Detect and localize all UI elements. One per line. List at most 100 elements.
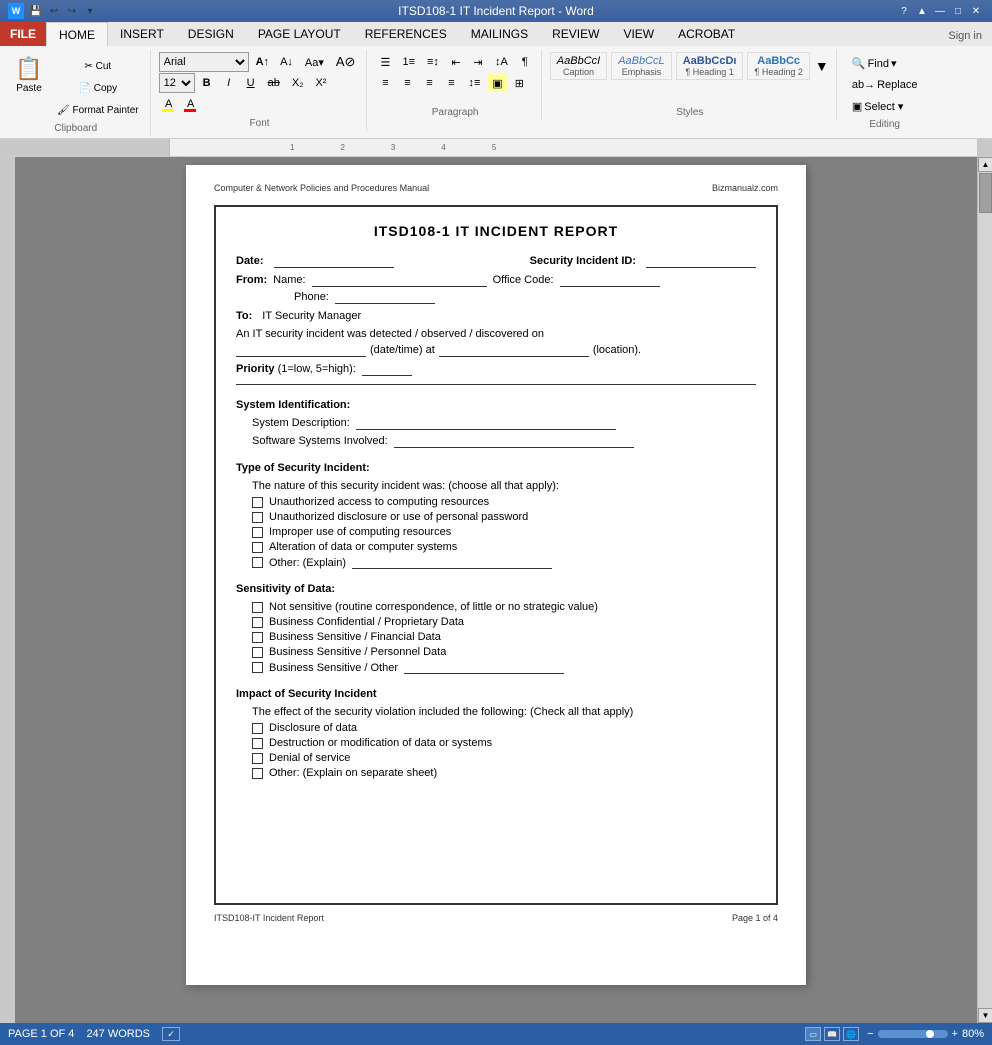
sys-desc-field[interactable] bbox=[356, 417, 616, 430]
checkbox-icon-5[interactable] bbox=[252, 557, 263, 568]
style-caption-button[interactable]: AaBbCcI Caption bbox=[550, 52, 607, 80]
show-formatting-button[interactable]: ¶ bbox=[515, 52, 535, 72]
sort-button[interactable]: ↕A bbox=[490, 52, 513, 72]
checkbox-icon-4[interactable] bbox=[252, 542, 263, 553]
paste-button[interactable]: 📋 Paste bbox=[8, 52, 50, 97]
shrink-font-button[interactable]: A↓ bbox=[275, 52, 298, 72]
tab-page-layout[interactable]: PAGE LAYOUT bbox=[246, 22, 353, 46]
type-other-field[interactable] bbox=[352, 556, 552, 569]
redo-icon[interactable]: ↪ bbox=[64, 3, 80, 19]
decrease-indent-button[interactable]: ⇤ bbox=[446, 52, 466, 72]
align-left-button[interactable]: ≡ bbox=[375, 73, 395, 93]
impact-checkbox-icon-4[interactable] bbox=[252, 768, 263, 779]
phone-field[interactable] bbox=[335, 291, 435, 304]
tab-file[interactable]: FILE bbox=[0, 22, 46, 46]
scroll-up-button[interactable]: ▲ bbox=[978, 157, 992, 172]
select-button[interactable]: ▣ Select ▾ bbox=[845, 97, 925, 116]
style-heading1-button[interactable]: AaBbCcDı ¶ Heading 1 bbox=[676, 52, 744, 80]
scroll-down-button[interactable]: ▼ bbox=[978, 1008, 992, 1023]
save-icon[interactable]: 💾 bbox=[28, 3, 44, 19]
underline-button[interactable]: U bbox=[241, 73, 261, 93]
shading-button[interactable]: ▣ bbox=[487, 74, 507, 92]
numbering-button[interactable]: 1≡ bbox=[397, 52, 420, 72]
software-field[interactable] bbox=[394, 435, 634, 448]
zoom-out-button[interactable]: − bbox=[867, 1028, 873, 1040]
tab-references[interactable]: REFERENCES bbox=[353, 22, 459, 46]
sens-other-field[interactable] bbox=[404, 661, 564, 674]
scroll-thumb[interactable] bbox=[979, 173, 992, 213]
maximize-button[interactable]: □ bbox=[950, 4, 966, 18]
security-id-field[interactable] bbox=[646, 255, 756, 268]
justify-button[interactable]: ≡ bbox=[441, 73, 461, 93]
web-layout-button[interactable]: 🌐 bbox=[843, 1027, 859, 1041]
superscript-button[interactable]: X² bbox=[310, 73, 331, 93]
copy-button[interactable]: 📄 Copy bbox=[52, 78, 144, 98]
checkbox-icon-1[interactable] bbox=[252, 497, 263, 508]
change-case-button[interactable]: Aa▾ bbox=[300, 52, 329, 72]
multilevel-button[interactable]: ≡↕ bbox=[422, 52, 444, 72]
name-field[interactable] bbox=[312, 274, 487, 287]
checkbox-icon-2[interactable] bbox=[252, 512, 263, 523]
find-button[interactable]: 🔍 Find ▾ bbox=[845, 54, 925, 73]
scroll-area[interactable]: Computer & Network Policies and Procedur… bbox=[15, 157, 977, 1023]
font-color-button[interactable]: A bbox=[181, 94, 201, 114]
customize-icon[interactable]: ▾ bbox=[82, 3, 98, 19]
font-size-selector[interactable]: 12 bbox=[159, 73, 195, 93]
help-button[interactable]: ? bbox=[896, 4, 912, 18]
date-field[interactable] bbox=[274, 255, 394, 268]
read-mode-button[interactable]: 📖 bbox=[824, 1027, 840, 1041]
tab-view[interactable]: VIEW bbox=[611, 22, 666, 46]
impact-checkbox-icon-3[interactable] bbox=[252, 753, 263, 764]
replace-button[interactable]: ab→ Replace bbox=[845, 76, 925, 94]
tab-design[interactable]: DESIGN bbox=[176, 22, 246, 46]
zoom-in-button[interactable]: + bbox=[952, 1028, 958, 1040]
tab-mailings[interactable]: MAILINGS bbox=[459, 22, 540, 46]
italic-button[interactable]: I bbox=[219, 73, 239, 93]
bullets-button[interactable]: ☰ bbox=[375, 52, 395, 72]
format-painter-button[interactable]: 🖌 Format Painter bbox=[52, 100, 144, 120]
increase-indent-button[interactable]: ⇥ bbox=[468, 52, 488, 72]
scroll-track[interactable] bbox=[978, 172, 992, 1008]
font-name-selector[interactable]: Arial bbox=[159, 52, 249, 72]
borders-button[interactable]: ⊞ bbox=[509, 73, 529, 93]
clear-format-button[interactable]: A⊘ bbox=[331, 52, 361, 72]
align-center-button[interactable]: ≡ bbox=[397, 73, 417, 93]
align-right-button[interactable]: ≡ bbox=[419, 73, 439, 93]
checkbox-icon-3[interactable] bbox=[252, 527, 263, 538]
impact-checkbox-icon-1[interactable] bbox=[252, 723, 263, 734]
bold-button[interactable]: B bbox=[197, 73, 217, 93]
tab-home[interactable]: HOME bbox=[46, 22, 108, 46]
sens-checkbox-icon-5[interactable] bbox=[252, 662, 263, 673]
subscript-button[interactable]: X₂ bbox=[287, 73, 309, 93]
location-field[interactable] bbox=[439, 344, 589, 357]
style-heading2-button[interactable]: AaBbCc ¶ Heading 2 bbox=[747, 52, 809, 80]
line-spacing-button[interactable]: ↕≡ bbox=[463, 73, 485, 93]
sens-checkbox-icon-3[interactable] bbox=[252, 632, 263, 643]
tab-review[interactable]: REVIEW bbox=[540, 22, 611, 46]
tab-insert[interactable]: INSERT bbox=[108, 22, 176, 46]
ribbon-toggle-button[interactable]: ▲ bbox=[914, 4, 930, 18]
datetime-field[interactable] bbox=[236, 344, 366, 357]
style-emphasis-button[interactable]: AaBbCcL Emphasis bbox=[611, 52, 671, 80]
sens-checkbox-icon-2[interactable] bbox=[252, 617, 263, 628]
type-nature-text: The nature of this security incident was… bbox=[252, 480, 756, 492]
zoom-slider[interactable] bbox=[878, 1030, 948, 1038]
vertical-scrollbar[interactable]: ▲ ▼ bbox=[977, 157, 992, 1023]
sens-checkbox-icon-4[interactable] bbox=[252, 647, 263, 658]
proofing-icon[interactable]: ✓ bbox=[162, 1027, 180, 1041]
grow-font-button[interactable]: A↑ bbox=[251, 52, 274, 72]
strikethrough-button[interactable]: ab bbox=[263, 73, 285, 93]
cut-button[interactable]: ✂ Cut bbox=[52, 56, 144, 76]
close-button[interactable]: ✕ bbox=[968, 4, 984, 18]
styles-more-button[interactable]: ▼ bbox=[814, 58, 830, 74]
text-highlight-button[interactable]: A bbox=[159, 94, 179, 114]
sign-in-link[interactable]: Sign in bbox=[938, 26, 992, 46]
priority-field[interactable] bbox=[362, 363, 412, 376]
print-layout-button[interactable]: ▭ bbox=[805, 1027, 821, 1041]
impact-checkbox-icon-2[interactable] bbox=[252, 738, 263, 749]
office-code-field[interactable] bbox=[560, 274, 660, 287]
tab-acrobat[interactable]: ACROBAT bbox=[666, 22, 747, 46]
undo-icon[interactable]: ↩ bbox=[46, 3, 62, 19]
minimize-button[interactable]: — bbox=[932, 4, 948, 18]
sens-checkbox-icon-1[interactable] bbox=[252, 602, 263, 613]
